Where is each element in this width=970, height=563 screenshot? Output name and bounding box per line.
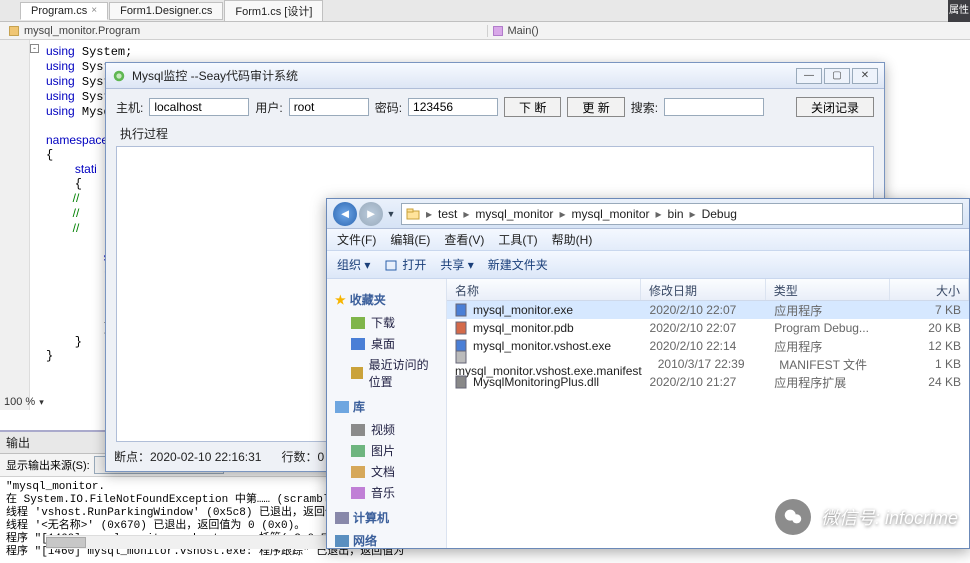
sidebar-music[interactable]: 音乐 — [335, 482, 438, 503]
back-button[interactable]: ◄ — [333, 202, 357, 226]
col-name[interactable]: 名称 — [447, 279, 641, 300]
desktop-icon — [351, 338, 365, 350]
document-icon — [351, 466, 365, 478]
search-label: 搜索: — [631, 99, 658, 116]
network-group[interactable]: 网络 — [335, 532, 438, 549]
app-icon — [112, 69, 126, 83]
explorer-menubar: 文件(F) 编辑(E) 查看(V) 工具(T) 帮助(H) — [327, 229, 969, 251]
disconnect-button[interactable]: 下 断 — [504, 97, 561, 117]
watermark: 微信号: infocrime — [775, 499, 958, 535]
col-type[interactable]: 类型 — [766, 279, 891, 300]
picture-icon — [351, 445, 365, 457]
computer-group[interactable]: 计算机 — [335, 509, 438, 526]
host-input[interactable] — [149, 98, 249, 116]
col-size[interactable]: 大小 — [890, 279, 969, 300]
sidebar-desktop[interactable]: 桌面 — [335, 333, 438, 354]
history-dropdown[interactable]: ▼ — [385, 209, 397, 219]
mysql-titlebar[interactable]: Mysql监控 --Seay代码审计系统 — ▢ ✕ — [106, 63, 884, 89]
user-input[interactable] — [289, 98, 369, 116]
menu-edit[interactable]: 编辑(E) — [390, 231, 430, 248]
explorer-sidebar: ★收藏夹 下载 桌面 最近访问的位置 库 视频 图片 文档 音乐 计算机 网络 — [327, 279, 447, 548]
folder-icon — [406, 207, 420, 221]
library-icon — [335, 401, 349, 413]
close-button[interactable]: ✕ — [852, 68, 878, 84]
method-icon — [492, 25, 504, 37]
editor-tab-strip: Program.cs× Form1.Designer.cs Form1.cs [… — [0, 0, 970, 22]
maximize-button[interactable]: ▢ — [824, 68, 850, 84]
file-icon — [455, 303, 469, 317]
status-breakpoint: 断点：2020-02-10 22:16:31 — [114, 448, 261, 465]
exec-process-label: 执行过程 — [120, 125, 874, 142]
explorer-window: ◄ ► ▼ ▸test ▸mysql_monitor ▸mysql_monito… — [326, 198, 970, 549]
class-icon — [8, 25, 20, 37]
open-button[interactable]: 打开 — [384, 256, 426, 273]
file-row[interactable]: MysqlMonitoringPlus.dll2020/2/10 21:27应用… — [447, 373, 969, 391]
zoom-indicator[interactable]: 100 %▾ — [4, 396, 44, 408]
sidebar-documents[interactable]: 文档 — [335, 461, 438, 482]
download-icon — [351, 317, 365, 329]
sidebar-downloads[interactable]: 下载 — [335, 312, 438, 333]
fold-toggle[interactable]: - — [30, 44, 39, 53]
new-folder-button[interactable]: 新建文件夹 — [488, 256, 548, 273]
line-gutter — [0, 40, 30, 410]
file-icon — [455, 350, 469, 364]
menu-file[interactable]: 文件(F) — [337, 231, 376, 248]
refresh-button[interactable]: 更 新 — [567, 97, 624, 117]
pwd-input[interactable] — [408, 98, 498, 116]
favorites-group[interactable]: ★收藏夹 — [335, 291, 438, 308]
file-row[interactable]: mysql_monitor.pdb2020/2/10 22:07Program … — [447, 319, 969, 337]
network-icon — [335, 535, 349, 547]
file-row[interactable]: mysql_monitor.exe2020/2/10 22:07应用程序7 KB — [447, 301, 969, 319]
open-icon — [384, 258, 398, 272]
organize-button[interactable]: 组织 ▾ — [337, 256, 370, 273]
search-input[interactable] — [664, 98, 764, 116]
explorer-toolbar: 组织 ▾ 打开 共享 ▾ 新建文件夹 — [327, 251, 969, 279]
navigation-bar: mysql_monitor.Program Main() — [0, 22, 970, 40]
tab-program-cs[interactable]: Program.cs× — [20, 2, 108, 20]
file-icon — [455, 375, 469, 389]
menu-help[interactable]: 帮助(H) — [552, 231, 593, 248]
type-selector[interactable]: mysql_monitor.Program — [0, 25, 487, 37]
outlining-margin[interactable]: - — [30, 44, 44, 414]
tab-designer[interactable]: Form1.Designer.cs — [109, 2, 223, 20]
menu-tools[interactable]: 工具(T) — [498, 231, 537, 248]
output-source-label: 显示输出来源(S): — [6, 457, 90, 473]
computer-icon — [335, 512, 349, 524]
status-lines: 行数：0 — [281, 448, 324, 465]
close-icon[interactable]: × — [91, 5, 97, 16]
address-bar[interactable]: ▸test ▸mysql_monitor ▸mysql_monitor ▸bin… — [401, 203, 963, 225]
libraries-group[interactable]: 库 — [335, 398, 438, 415]
host-label: 主机: — [116, 99, 143, 116]
pwd-label: 密码: — [375, 99, 402, 116]
wechat-icon — [775, 499, 811, 535]
minimize-button[interactable]: — — [796, 68, 822, 84]
sidebar-videos[interactable]: 视频 — [335, 419, 438, 440]
music-icon — [351, 487, 365, 499]
col-date[interactable]: 修改日期 — [641, 279, 766, 300]
mysql-title-text: Mysql监控 --Seay代码审计系统 — [132, 67, 298, 84]
file-row[interactable]: mysql_monitor.vshost.exe.manifest2010/3/… — [447, 355, 969, 373]
tab-form1-design[interactable]: Form1.cs [设计] — [224, 0, 323, 22]
member-selector[interactable]: Main() — [487, 25, 970, 37]
recent-icon — [351, 367, 363, 379]
video-icon — [351, 424, 365, 436]
menu-view[interactable]: 查看(V) — [444, 231, 484, 248]
share-button[interactable]: 共享 ▾ — [440, 256, 473, 273]
sidebar-recent[interactable]: 最近访问的位置 — [335, 354, 438, 392]
user-label: 用户: — [255, 99, 282, 116]
forward-button[interactable]: ► — [359, 202, 383, 226]
sidebar-pictures[interactable]: 图片 — [335, 440, 438, 461]
file-icon — [455, 321, 469, 335]
properties-panel-tab[interactable]: 属性 — [948, 0, 970, 22]
close-log-button[interactable]: 关闭记录 — [796, 97, 874, 117]
